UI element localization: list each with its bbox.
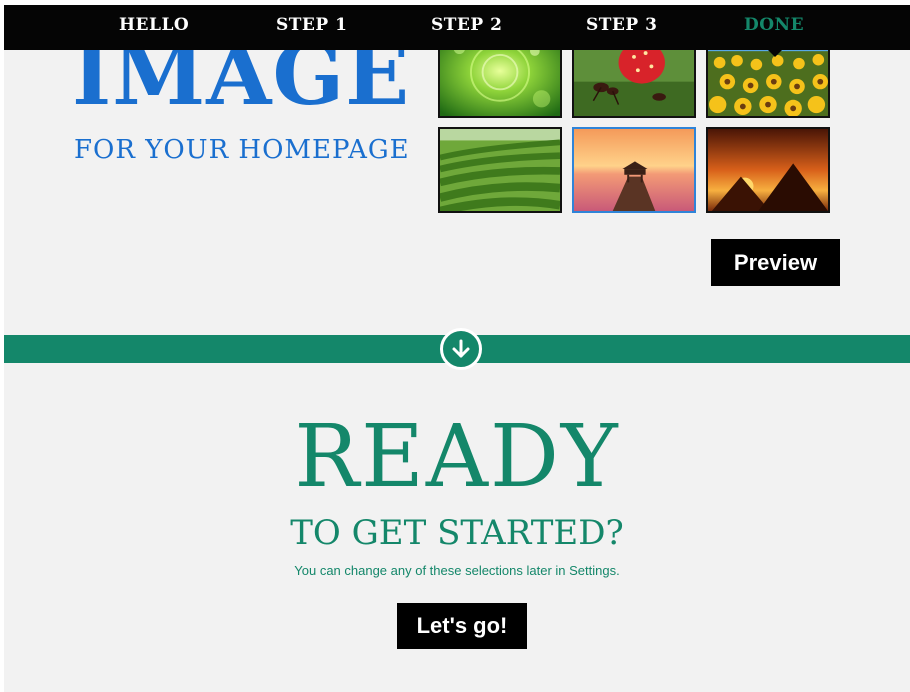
nav-item-done[interactable]: DONE	[744, 15, 804, 35]
ready-subtitle: TO GET STARTED?	[290, 513, 624, 553]
active-step-pointer	[768, 50, 782, 57]
nav-item-step-2[interactable]: STEP 2	[431, 15, 502, 35]
settings-note: You can change any of these selections l…	[294, 563, 620, 578]
onboarding-page: HELLO STEP 1 STEP 2 STEP 3 DONE IMAGE FO…	[4, 5, 910, 692]
preview-button[interactable]: Preview	[711, 239, 840, 286]
top-navigation: HELLO STEP 1 STEP 2 STEP 3 DONE	[4, 5, 910, 50]
thumbnail-tea-field[interactable]	[438, 127, 562, 213]
pyramids-sunset-image	[708, 129, 828, 211]
nav-item-hello[interactable]: HELLO	[119, 15, 189, 35]
page-subtitle: FOR YOUR HOMEPAGE	[74, 135, 410, 165]
lets-go-button[interactable]: Let's go!	[397, 603, 527, 649]
arrow-down-icon	[452, 339, 470, 358]
nav-item-step-3[interactable]: STEP 3	[586, 15, 657, 35]
nav-item-step-1[interactable]: STEP 1	[276, 15, 347, 35]
arrow-down-circle-icon[interactable]	[440, 328, 482, 370]
pier-sunset-image	[574, 129, 694, 211]
tea-field-image	[440, 129, 560, 211]
thumbnail-pyramids-sunset[interactable]	[706, 127, 830, 213]
ready-title: READY	[294, 407, 620, 507]
thumbnail-pier-sunset[interactable]	[572, 127, 696, 213]
